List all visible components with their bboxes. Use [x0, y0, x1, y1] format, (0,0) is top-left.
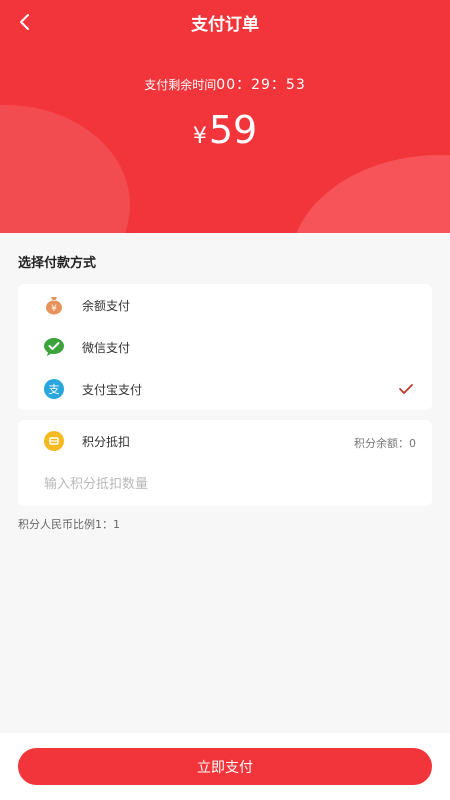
header-decoration-right — [290, 155, 450, 233]
points-amount-input[interactable] — [44, 472, 404, 496]
payment-option-label: 微信支付 — [82, 340, 131, 355]
points-balance-value: 0 — [409, 437, 416, 450]
coin-icon — [43, 430, 65, 452]
bottom-bar: 立即支付 — [0, 733, 450, 800]
page-title: 支付订单 — [191, 15, 259, 35]
payment-option-label: 支付宝支付 — [82, 382, 143, 397]
order-header: 支付订单 支付剩余时间 00：29：53 ¥ 59 — [0, 0, 450, 233]
points-deduction-label: 积分抵扣 — [82, 435, 131, 449]
payment-methods-card: ¥ 余额支付 微信支付 支 支付宝支付 — [18, 284, 432, 410]
countdown-label: 支付剩余时间 — [144, 78, 217, 92]
countdown-value: 00：29：53 — [216, 77, 306, 93]
payment-option-balance[interactable]: ¥ 余额支付 — [18, 284, 432, 326]
alipay-icon: 支 — [43, 378, 65, 400]
payment-option-label: 余额支付 — [82, 298, 131, 313]
money-bag-icon: ¥ — [43, 294, 65, 316]
points-balance-label: 积分余额： — [354, 437, 409, 450]
payment-countdown: 支付剩余时间 00：29：53 — [0, 74, 450, 94]
checkmark-icon — [399, 384, 413, 394]
svg-text:¥: ¥ — [51, 304, 57, 314]
points-balance: 积分余额：0 — [354, 435, 416, 451]
svg-text:支: 支 — [49, 383, 60, 396]
order-amount: ¥ 59 — [0, 108, 450, 152]
wechat-icon — [43, 336, 65, 358]
points-deduction-card: 积分抵扣 积分余额：0 — [18, 420, 432, 506]
points-deduction-row: 积分抵扣 积分余额：0 — [18, 420, 432, 462]
payment-option-wechat[interactable]: 微信支付 — [18, 326, 432, 368]
currency-symbol: ¥ — [192, 124, 207, 149]
pay-now-button[interactable]: 立即支付 — [18, 748, 432, 785]
payment-method-title: 选择付款方式 — [18, 256, 97, 271]
points-exchange-ratio: 积分人民币比例1：1 — [18, 518, 120, 531]
payment-option-alipay[interactable]: 支 支付宝支付 — [18, 368, 432, 410]
amount-value: 59 — [208, 108, 258, 152]
